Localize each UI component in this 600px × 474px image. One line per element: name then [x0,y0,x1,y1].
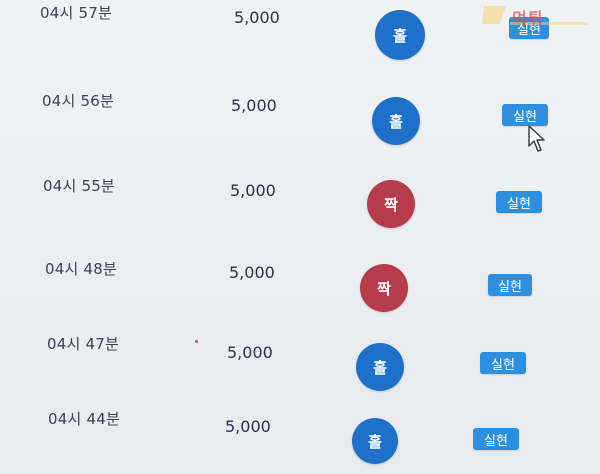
row-time: 04시 47분 [47,335,119,353]
result-badge: 홀 [356,343,404,391]
list-item: 04시 55분 5,000 짝 실현 [0,170,600,238]
realize-button[interactable]: 실현 [496,191,542,213]
realize-button[interactable]: 실현 [502,104,548,126]
row-time: 04시 57분 [40,4,112,22]
result-badge: 홀 [375,10,425,60]
result-badge: 홀 [352,418,398,464]
result-badge: 짝 [360,264,408,312]
row-amount: 5,000 [229,263,275,282]
list-item: 04시 44분 5,000 홀 실현 [0,400,600,468]
row-amount: 5,000 [234,8,280,27]
history-list-screen: 04시 57분 5,000 홀 실현 04시 56분 5,000 홀 실현 04… [0,0,600,474]
realize-button[interactable]: 실현 [473,428,519,450]
row-amount: 5,000 [231,96,277,115]
row-amount: 5,000 [230,181,276,200]
row-time: 04시 44분 [48,410,120,428]
list-item: 04시 48분 5,000 짝 실현 [0,255,600,323]
mouse-pointer-icon [528,125,545,152]
speck [195,340,198,343]
row-amount: 5,000 [225,417,271,436]
list-item: 04시 56분 5,000 홀 실현 [0,85,600,153]
watermark-text: 먹튀 [512,9,544,28]
result-badge: 홀 [372,97,420,145]
row-time: 04시 56분 [42,92,114,110]
realize-button[interactable]: 실현 [480,352,526,374]
row-amount: 5,000 [227,343,273,362]
list-item: 04시 47분 5,000 홀 실현 [0,330,600,398]
realize-button[interactable]: 실현 [488,274,532,296]
watermark-logo: 먹튀 [482,2,592,28]
row-time: 04시 48분 [45,260,117,278]
row-time: 04시 55분 [43,177,115,195]
result-badge: 짝 [367,180,415,228]
